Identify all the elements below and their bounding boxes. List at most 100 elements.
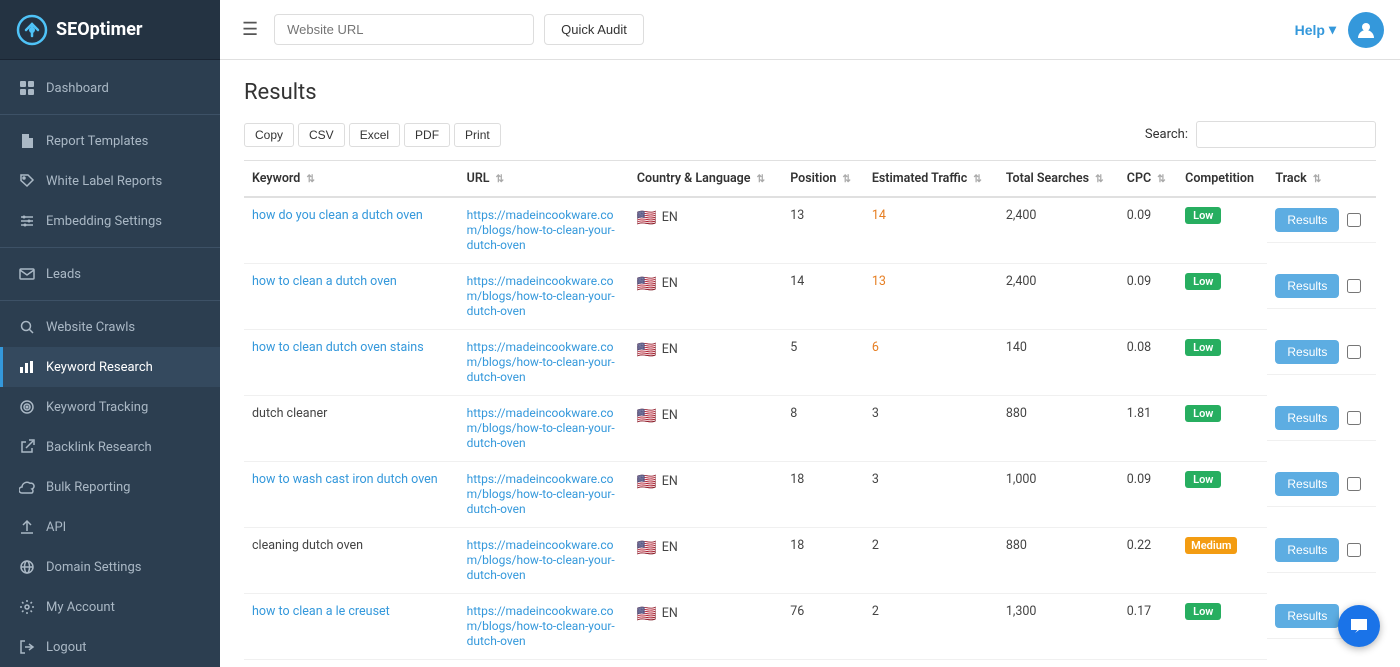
- sidebar-item-leads[interactable]: Leads: [0, 254, 220, 294]
- cell-track: Results: [1267, 396, 1376, 441]
- cell-estimated-traffic: 2: [864, 528, 998, 594]
- quick-audit-button[interactable]: Quick Audit: [544, 14, 644, 45]
- competition-badge: Medium: [1185, 537, 1237, 554]
- competition-badge: Low: [1185, 405, 1221, 422]
- keyword-link[interactable]: how to clean a dutch oven: [252, 274, 397, 289]
- mail-icon: [18, 265, 36, 283]
- bar-chart-icon: [18, 358, 36, 376]
- chat-bubble[interactable]: [1338, 605, 1380, 647]
- keyword-link[interactable]: how to clean dutch oven stains: [252, 340, 424, 355]
- search-area: Search:: [1145, 121, 1376, 148]
- sidebar-item-label: Logout: [46, 640, 87, 655]
- globe-icon: [18, 558, 36, 576]
- cell-country-language: 🇺🇸EN: [629, 396, 782, 462]
- track-checkbox[interactable]: [1347, 411, 1361, 425]
- col-header-cpc[interactable]: CPC ⇅: [1119, 161, 1177, 198]
- cell-estimated-traffic: 3: [864, 396, 998, 462]
- cell-total-searches: 1,300: [998, 594, 1119, 660]
- table-row: how to clean dutch oven stainshttps://ma…: [244, 330, 1376, 396]
- keyword-link[interactable]: how to clean a le creuset: [252, 604, 390, 619]
- cell-total-searches: 880: [998, 396, 1119, 462]
- flag-icon: 🇺🇸: [637, 340, 657, 359]
- hamburger-button[interactable]: ☰: [236, 13, 264, 46]
- cell-track: Results: [1267, 528, 1376, 573]
- sidebar-item-dashboard[interactable]: Dashboard: [0, 68, 220, 108]
- results-button[interactable]: Results: [1275, 472, 1339, 496]
- results-button[interactable]: Results: [1275, 208, 1339, 232]
- results-button[interactable]: Results: [1275, 406, 1339, 430]
- copy-button[interactable]: Copy: [244, 123, 294, 147]
- cell-cpc: 0.17: [1119, 594, 1177, 660]
- cell-country-language: 🇺🇸EN: [629, 594, 782, 660]
- sidebar-item-domain-settings[interactable]: Domain Settings: [0, 547, 220, 587]
- sidebar-item-keyword-research[interactable]: Keyword Research: [0, 347, 220, 387]
- sidebar-item-label: Leads: [46, 267, 81, 282]
- user-avatar[interactable]: [1348, 12, 1384, 48]
- sidebar-item-label: Website Crawls: [46, 320, 135, 335]
- col-header-country-language[interactable]: Country & Language ⇅: [629, 161, 782, 198]
- keyword-link[interactable]: how to wash cast iron dutch oven: [252, 472, 438, 487]
- track-checkbox[interactable]: [1347, 345, 1361, 359]
- results-button[interactable]: Results: [1275, 340, 1339, 364]
- pdf-button[interactable]: PDF: [404, 123, 450, 147]
- main-content: ☰ Quick Audit Help ▾ Results Copy CSV Ex…: [220, 0, 1400, 667]
- tag-icon: [18, 172, 36, 190]
- track-checkbox[interactable]: [1347, 543, 1361, 557]
- results-button[interactable]: Results: [1275, 604, 1339, 628]
- col-header-keyword[interactable]: Keyword ⇅: [244, 161, 459, 198]
- logo-icon: [16, 14, 48, 46]
- competition-badge: Low: [1185, 471, 1221, 488]
- col-header-position[interactable]: Position ⇅: [782, 161, 864, 198]
- flag-icon: 🇺🇸: [637, 604, 657, 623]
- sidebar-item-embedding-settings[interactable]: Embedding Settings: [0, 201, 220, 241]
- sidebar-item-keyword-tracking[interactable]: Keyword Tracking: [0, 387, 220, 427]
- track-checkbox[interactable]: [1347, 477, 1361, 491]
- sidebar-item-api[interactable]: API: [0, 507, 220, 547]
- competition-badge: Low: [1185, 273, 1221, 290]
- cell-cpc: 0.09: [1119, 197, 1177, 264]
- cell-country-language: 🇺🇸EN: [629, 264, 782, 330]
- cell-total-searches: 2,400: [998, 264, 1119, 330]
- col-header-total-searches[interactable]: Total Searches ⇅: [998, 161, 1119, 198]
- cell-track: Results: [1267, 462, 1376, 507]
- cell-position: 14: [782, 264, 864, 330]
- excel-button[interactable]: Excel: [349, 123, 400, 147]
- track-checkbox[interactable]: [1347, 213, 1361, 227]
- col-header-track[interactable]: Track ⇅: [1267, 161, 1376, 198]
- results-button[interactable]: Results: [1275, 274, 1339, 298]
- flag-icon: 🇺🇸: [637, 472, 657, 491]
- website-url-input[interactable]: [274, 14, 534, 45]
- flag-icon: 🇺🇸: [637, 406, 657, 425]
- cell-position: 76: [782, 594, 864, 660]
- sidebar-item-my-account[interactable]: My Account: [0, 587, 220, 627]
- sidebar-item-logout[interactable]: Logout: [0, 627, 220, 667]
- col-header-competition[interactable]: Competition: [1177, 161, 1267, 198]
- col-header-estimated-traffic[interactable]: Estimated Traffic ⇅: [864, 161, 998, 198]
- sidebar: SEOptimer Dashboard Report Templates Whi…: [0, 0, 220, 667]
- sidebar-item-website-crawls[interactable]: Website Crawls: [0, 307, 220, 347]
- cell-track: Results: [1267, 264, 1376, 309]
- csv-button[interactable]: CSV: [298, 123, 345, 147]
- keyword-link[interactable]: how do you clean a dutch oven: [252, 208, 423, 223]
- print-button[interactable]: Print: [454, 123, 501, 147]
- cell-country-language: 🇺🇸EN: [629, 330, 782, 396]
- table-row: how to wash cast iron dutch ovenhttps://…: [244, 462, 1376, 528]
- topbar: ☰ Quick Audit Help ▾: [220, 0, 1400, 60]
- help-button[interactable]: Help ▾: [1295, 21, 1336, 38]
- search-input[interactable]: [1196, 121, 1376, 148]
- track-checkbox[interactable]: [1347, 279, 1361, 293]
- cell-keyword: how do you clean a dutch oven: [244, 197, 459, 264]
- col-header-url[interactable]: URL ⇅: [459, 161, 629, 198]
- competition-badge: Low: [1185, 603, 1221, 620]
- results-button[interactable]: Results: [1275, 538, 1339, 562]
- cell-keyword: cleaning dutch oven: [244, 528, 459, 594]
- sidebar-item-report-templates[interactable]: Report Templates: [0, 121, 220, 161]
- logo-text: SEOptimer: [56, 19, 143, 40]
- cell-position: 8: [782, 396, 864, 462]
- sidebar-item-backlink-research[interactable]: Backlink Research: [0, 427, 220, 467]
- sidebar-item-white-label-reports[interactable]: White Label Reports: [0, 161, 220, 201]
- target-icon: [18, 398, 36, 416]
- sidebar-item-bulk-reporting[interactable]: Bulk Reporting: [0, 467, 220, 507]
- cell-cpc: 0.09: [1119, 462, 1177, 528]
- external-link-icon: [18, 438, 36, 456]
